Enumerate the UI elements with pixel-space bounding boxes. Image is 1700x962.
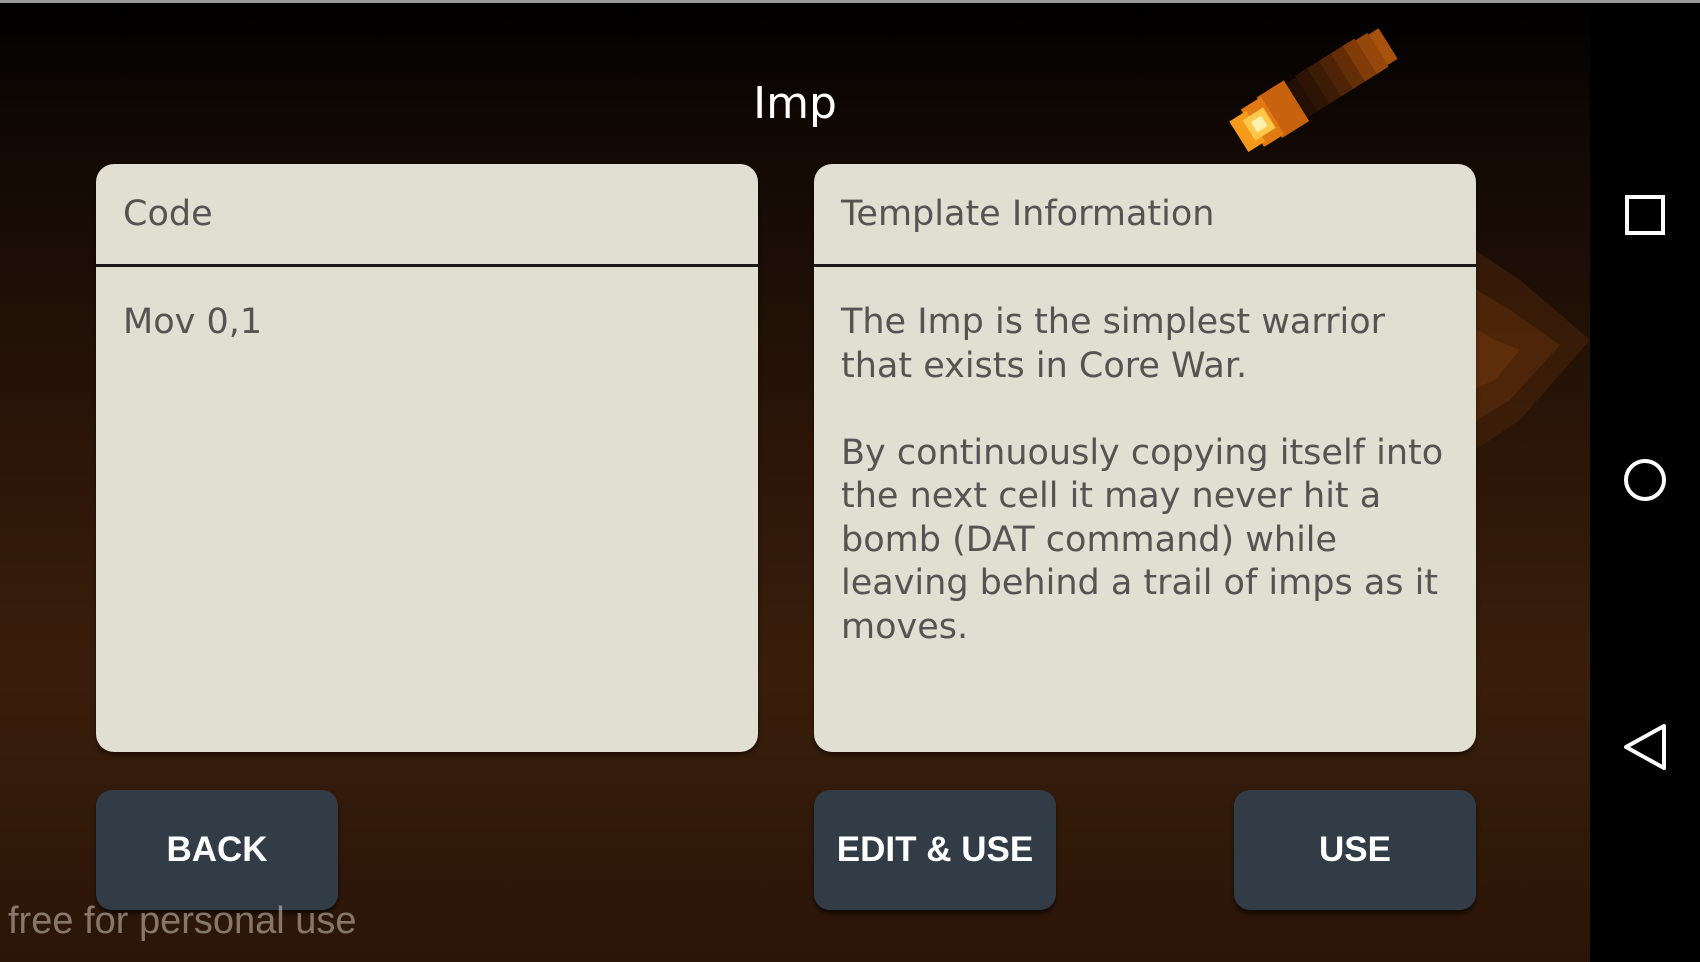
system-navigation-bar	[1590, 0, 1700, 962]
home-icon[interactable]	[1610, 445, 1680, 515]
code-panel-header: Code	[96, 164, 758, 267]
app-area: Imp Code Mov 0,1 Template Information Th…	[0, 0, 1590, 962]
edit-and-use-button[interactable]: EDIT & USE	[814, 790, 1056, 910]
template-info-paragraph: The Imp is the simplest warrior that exi…	[841, 302, 1386, 386]
code-panel: Code Mov 0,1	[96, 164, 758, 752]
recents-icon[interactable]	[1610, 180, 1680, 250]
flame-trail-decoration	[1460, 240, 1590, 460]
watermark-text: free for personal use	[8, 900, 357, 942]
template-info-paragraph: By continuously copying itself into the …	[841, 432, 1444, 647]
use-button[interactable]: USE	[1234, 790, 1476, 910]
device-screen: Imp Code Mov 0,1 Template Information Th…	[0, 0, 1700, 962]
template-info-body: The Imp is the simplest warrior that exi…	[814, 267, 1476, 649]
back-icon[interactable]	[1610, 712, 1680, 782]
back-button[interactable]: BACK	[96, 790, 338, 910]
code-panel-body: Mov 0,1	[96, 267, 758, 345]
template-info-header: Template Information	[814, 164, 1476, 267]
code-content: Mov 0,1	[123, 302, 263, 342]
template-info-panel: Template Information The Imp is the simp…	[814, 164, 1476, 752]
top-edge-line	[0, 0, 1700, 3]
page-title: Imp	[753, 78, 837, 129]
